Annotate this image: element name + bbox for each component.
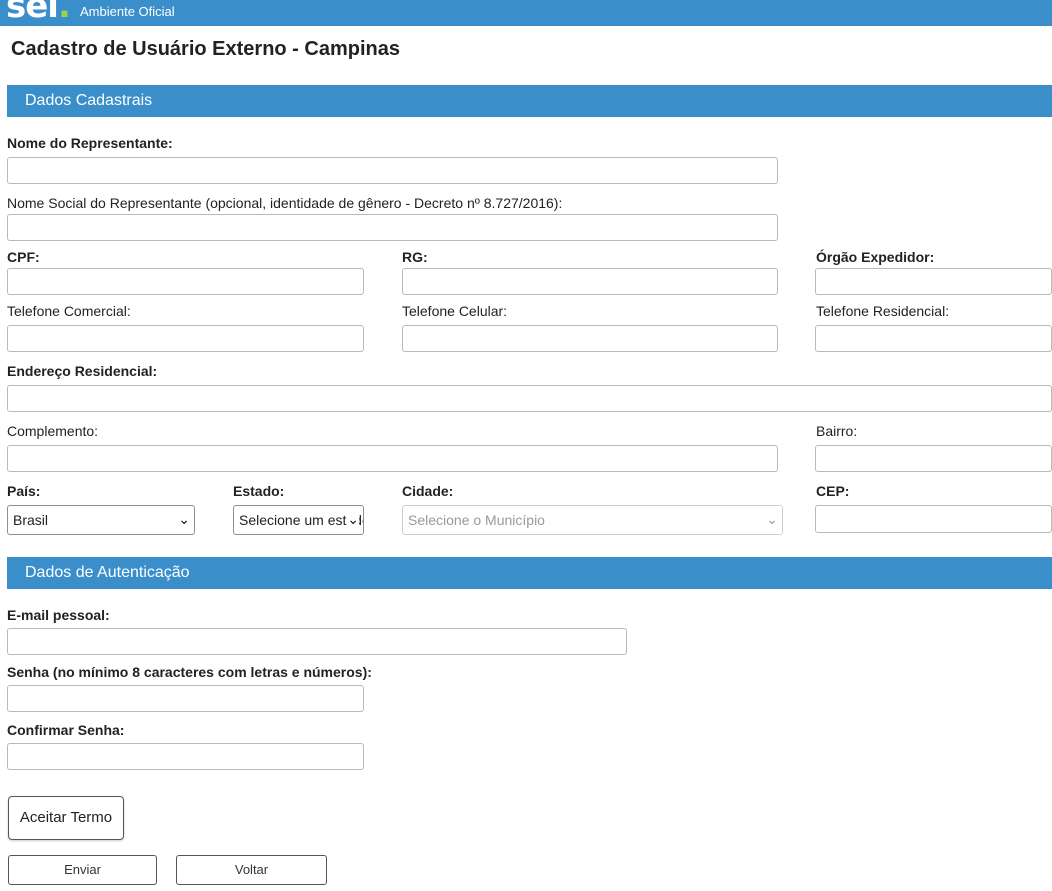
bairro-input[interactable] [815,445,1052,472]
endereco-residencial-input[interactable] [7,385,1052,412]
orgao-expedidor-input[interactable] [815,268,1052,295]
cpf-input[interactable] [7,268,364,295]
nome-social-label: Nome Social do Representante (opcional, … [7,195,563,211]
aceitar-termo-button[interactable]: Aceitar Termo [8,796,124,840]
complemento-input[interactable] [7,445,778,472]
bairro-label: Bairro: [816,423,858,439]
chevron-down-icon: ⌄ [766,511,778,527]
environment-label: Ambiente Oficial [80,4,175,19]
endereco-residencial-label: Endereço Residencial: [7,363,158,379]
cep-input[interactable] [815,505,1052,533]
chevron-down-icon: ⌄ [178,511,190,527]
pais-select-value: Brasil [13,512,49,528]
email-label: E-mail pessoal: [7,607,110,623]
nome-representante-input[interactable] [7,157,778,184]
telefone-celular-input[interactable] [402,325,778,352]
estado-select-value: Selecione um estado [239,512,364,528]
confirmar-senha-label: Confirmar Senha: [7,722,125,738]
senha-label: Senha (no mínimo 8 caracteres com letras… [7,664,372,680]
nome-social-input[interactable] [7,214,778,241]
pais-select[interactable]: Brasil ⌄ [7,505,195,535]
chevron-down-icon: ⌄ [347,511,359,528]
section-dados-cadastrais: Dados Cadastrais [7,85,1052,117]
rg-input[interactable] [402,268,778,295]
rg-label: RG: [402,249,428,265]
cep-label: CEP: [816,483,850,499]
section-dados-autenticacao: Dados de Autenticação [7,557,1052,589]
confirmar-senha-input[interactable] [7,743,364,770]
telefone-celular-label: Telefone Celular: [402,303,508,319]
cidade-select-value: Selecione o Município [408,512,545,528]
sei-logo[interactable]: sei. [6,0,71,24]
cidade-label: Cidade: [402,483,454,499]
telefone-residencial-label: Telefone Residencial: [816,303,950,319]
cpf-label: CPF: [7,249,40,265]
estado-label: Estado: [233,483,285,499]
section-title: Dados Cadastrais [25,92,153,109]
estado-select[interactable]: Selecione um estado ⌄ [233,505,364,535]
page-title: Cadastro de Usuário Externo - Campinas [11,38,400,60]
telefone-residencial-input[interactable] [815,325,1052,352]
senha-input[interactable] [7,685,364,712]
telefone-comercial-label: Telefone Comercial: [7,303,131,319]
complemento-label: Complemento: [7,423,99,439]
email-input[interactable] [7,628,627,655]
telefone-comercial-input[interactable] [7,325,364,352]
top-bar: sei. Ambiente Oficial [0,0,1052,26]
section-title: Dados de Autenticação [25,564,190,581]
orgao-expedidor-label: Órgão Expedidor: [816,249,935,265]
enviar-button[interactable]: Enviar [8,855,157,885]
cidade-select[interactable]: Selecione o Município ⌄ [402,505,783,535]
pais-label: País: [7,483,41,499]
voltar-button[interactable]: Voltar [176,855,327,885]
nome-representante-label: Nome do Representante: [7,135,173,151]
